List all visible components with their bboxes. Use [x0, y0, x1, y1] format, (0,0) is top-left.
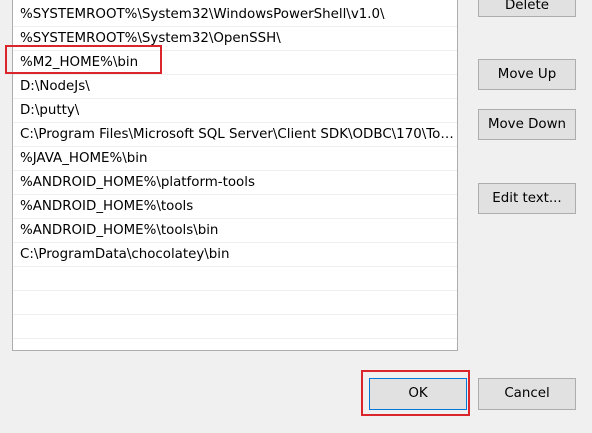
list-item[interactable]: %ANDROID_HOME%\tools [13, 195, 457, 219]
list-item[interactable]: %ANDROID_HOME%\platform-tools [13, 171, 457, 195]
move-up-button-label: Move Up [497, 67, 557, 82]
delete-button-label: Delete [505, 0, 549, 13]
list-item-empty[interactable] [13, 291, 457, 315]
list-item[interactable]: %SYSTEMROOT%\System32\WindowsPowerShell\… [13, 3, 457, 27]
edit-text-button-label: Edit text... [492, 191, 562, 206]
move-up-button[interactable]: Move Up [478, 59, 576, 90]
list-item[interactable]: %SYSTEMROOT%\System32\OpenSSH\ [13, 27, 457, 51]
path-list[interactable]: %SYSTEMROOT%\System32\WindowsPowerShell\… [12, 0, 458, 351]
list-item-text: D:\putty\ [20, 103, 80, 118]
list-item[interactable]: D:\NodeJs\ [13, 75, 457, 99]
move-down-button[interactable]: Move Down [478, 109, 576, 140]
list-item-text: C:\ProgramData\chocolatey\bin [20, 247, 230, 262]
move-down-button-label: Move Down [487, 117, 567, 132]
list-item-text: %ANDROID_HOME%\tools\bin [20, 223, 219, 238]
list-item[interactable]: D:\putty\ [13, 99, 457, 123]
list-item-empty[interactable] [13, 315, 457, 339]
list-item[interactable]: C:\Program Files\Microsoft SQL Server\Cl… [13, 123, 457, 147]
ok-button-label: OK [408, 386, 428, 401]
edit-environment-variable-dialog: %SYSTEMROOT%\System32\WindowsPowerShell\… [0, 0, 592, 433]
list-item-empty[interactable] [13, 267, 457, 291]
list-item-selected[interactable]: %M2_HOME%\bin [13, 51, 457, 75]
cancel-button[interactable]: Cancel [478, 378, 576, 410]
list-item-text: D:\NodeJs\ [20, 79, 90, 94]
edit-text-button[interactable]: Edit text... [478, 183, 576, 214]
list-item-text: %JAVA_HOME%\bin [20, 151, 148, 166]
list-item-text: %M2_HOME%\bin [20, 55, 139, 70]
list-item-text: C:\Program Files\Microsoft SQL Server\Cl… [20, 127, 456, 142]
list-item-text: %SYSTEMROOT%\System32\WindowsPowerShell\… [20, 7, 385, 22]
list-item-text: %ANDROID_HOME%\platform-tools [20, 175, 255, 190]
delete-button[interactable]: Delete [478, 0, 576, 17]
list-item[interactable]: C:\ProgramData\chocolatey\bin [13, 243, 457, 267]
cancel-button-label: Cancel [504, 386, 550, 401]
list-item-text: %ANDROID_HOME%\tools [20, 199, 194, 214]
list-item-text: %SYSTEMROOT%\System32\OpenSSH\ [20, 31, 281, 46]
ok-button[interactable]: OK [369, 378, 467, 410]
list-item[interactable]: %ANDROID_HOME%\tools\bin [13, 219, 457, 243]
list-item[interactable]: %JAVA_HOME%\bin [13, 147, 457, 171]
